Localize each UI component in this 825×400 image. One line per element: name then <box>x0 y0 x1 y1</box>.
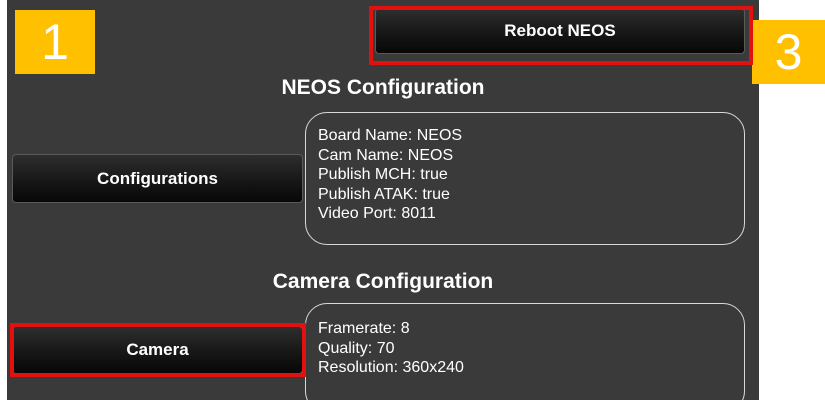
framerate-line: Framerate: 8 <box>318 320 410 337</box>
resolution-line: Resolution: 360x240 <box>318 359 464 376</box>
neos-app-screen: Reboot NEOS NEOS Configuration Configura… <box>7 0 759 400</box>
publish-mch-line: Publish MCH: true <box>318 166 448 183</box>
neos-config-info-box: Board Name: NEOS Cam Name: NEOS Publish … <box>305 112 745 245</box>
board-name-line: Board Name: NEOS <box>318 127 463 144</box>
camera-configuration-title: Camera Configuration <box>272 270 494 293</box>
camera-label: Camera <box>126 340 189 359</box>
neos-configuration-title: NEOS Configuration <box>281 76 485 99</box>
publish-atak-line: Publish ATAK: true <box>318 185 450 203</box>
camera-config-info-box: Framerate: 8 Quality: 70 Resolution: 360… <box>305 303 745 400</box>
reboot-neos-button[interactable]: Reboot NEOS <box>375 8 745 54</box>
step-1-badge: 1 <box>15 10 95 74</box>
configurations-button[interactable]: Configurations <box>12 154 303 203</box>
video-port-line: Video Port: 8011 <box>318 205 436 222</box>
cam-name-line: Cam Name: NEOS <box>318 146 454 164</box>
reboot-neos-label: Reboot NEOS <box>504 21 616 40</box>
step-3-badge: 3 <box>752 20 825 84</box>
quality-line: Quality: 70 <box>318 339 395 357</box>
camera-button[interactable]: Camera <box>12 326 303 374</box>
configurations-label: Configurations <box>97 168 218 188</box>
